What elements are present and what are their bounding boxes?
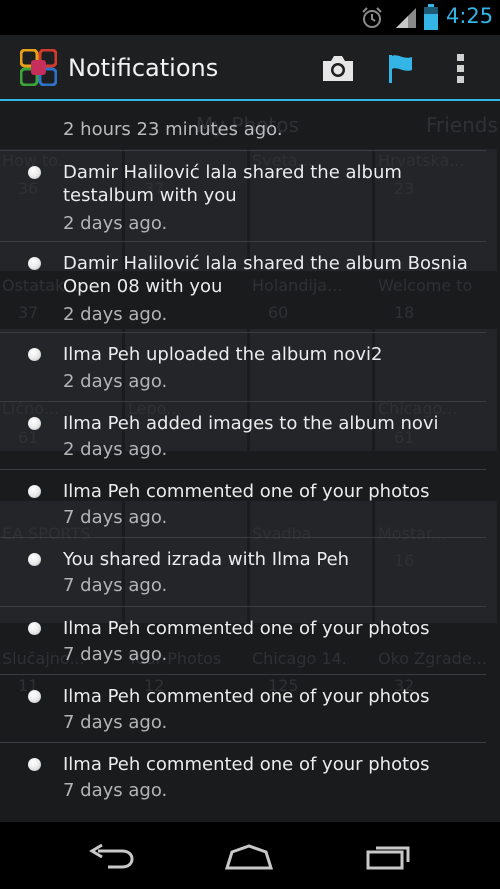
bullet-icon bbox=[28, 690, 41, 703]
alarm-icon bbox=[362, 7, 382, 28]
notification-time: 7 days ago. bbox=[63, 507, 168, 528]
notification-message: Damir Halilović lala shared the album te… bbox=[63, 162, 402, 206]
bullet-icon bbox=[28, 485, 41, 498]
signal-icon bbox=[396, 8, 416, 28]
bullet-icon bbox=[28, 417, 41, 430]
notification-time: 2 days ago. bbox=[63, 439, 168, 460]
back-icon[interactable] bbox=[86, 842, 136, 872]
notifications-panel: My Photos Friends How to... Sveta... Hrv… bbox=[0, 101, 500, 822]
home-icon[interactable] bbox=[224, 842, 274, 872]
notification-message: Ilma Peh commented one of your photos bbox=[63, 686, 430, 707]
tab-friends: Friends bbox=[426, 113, 498, 137]
notification-item[interactable]: Damir Halilović lala shared the album Bo… bbox=[0, 242, 500, 332]
page-title: Notifications bbox=[68, 54, 219, 82]
bullet-icon bbox=[28, 758, 41, 771]
bullet-icon bbox=[28, 257, 41, 270]
notification-item[interactable]: Ilma Peh added images to the album novi … bbox=[0, 402, 500, 469]
notification-message: Ilma Peh commented one of your photos bbox=[63, 481, 430, 502]
battery-icon bbox=[424, 4, 438, 30]
notification-message: You shared izrada with Ilma Peh bbox=[63, 549, 350, 570]
app-logo-icon[interactable] bbox=[20, 49, 57, 86]
bullet-icon bbox=[28, 166, 41, 179]
bullet-icon bbox=[28, 553, 41, 566]
bullet-icon bbox=[28, 348, 41, 361]
notification-time: 7 days ago. bbox=[63, 575, 168, 596]
flag-icon[interactable] bbox=[383, 51, 417, 85]
notification-message: Ilma Peh added images to the album novi bbox=[63, 413, 439, 434]
action-bar: Notifications bbox=[0, 35, 500, 101]
status-bar: 4:25 bbox=[0, 0, 500, 35]
notification-item[interactable]: Ilma Peh commented one of your photos 7 … bbox=[0, 470, 500, 537]
overflow-menu-icon[interactable] bbox=[444, 51, 478, 85]
notification-message: Ilma Peh uploaded the album novi2 bbox=[63, 344, 383, 365]
navigation-bar bbox=[0, 822, 500, 889]
notification-item[interactable]: Ilma Peh uploaded the album novi2 2 days… bbox=[0, 333, 500, 401]
notification-item[interactable]: You shared izrada with Ilma Peh 7 days a… bbox=[0, 538, 500, 606]
notification-item[interactable]: Ilma Peh commented one of your photos 7 … bbox=[0, 607, 500, 674]
notification-time: 7 days ago. bbox=[63, 712, 168, 733]
notification-message: Ilma Peh commented one of your photos bbox=[63, 754, 430, 775]
notification-time: 2 days ago. bbox=[63, 304, 168, 325]
notification-time: 2 days ago. bbox=[63, 371, 168, 392]
notification-time: 7 days ago. bbox=[63, 644, 168, 665]
notification-time: 2 hours 23 minutes ago. bbox=[63, 119, 283, 140]
status-time: 4:25 bbox=[446, 4, 494, 28]
notification-message: Ilma Peh commented one of your photos bbox=[63, 618, 430, 639]
notification-item[interactable]: Damir Halilović lala shared the album te… bbox=[0, 151, 500, 241]
camera-icon[interactable] bbox=[321, 51, 355, 85]
notification-item[interactable]: Ilma Peh commented one of your photos 7 … bbox=[0, 743, 500, 811]
notification-time: 7 days ago. bbox=[63, 780, 168, 801]
notification-item[interactable]: Ilma Peh commented one of your photos 7 … bbox=[0, 675, 500, 742]
notification-message: Damir Halilović lala shared the album Bo… bbox=[63, 253, 468, 297]
recent-apps-icon[interactable] bbox=[364, 842, 414, 872]
bullet-icon bbox=[28, 622, 41, 635]
notification-time: 2 days ago. bbox=[63, 213, 168, 234]
